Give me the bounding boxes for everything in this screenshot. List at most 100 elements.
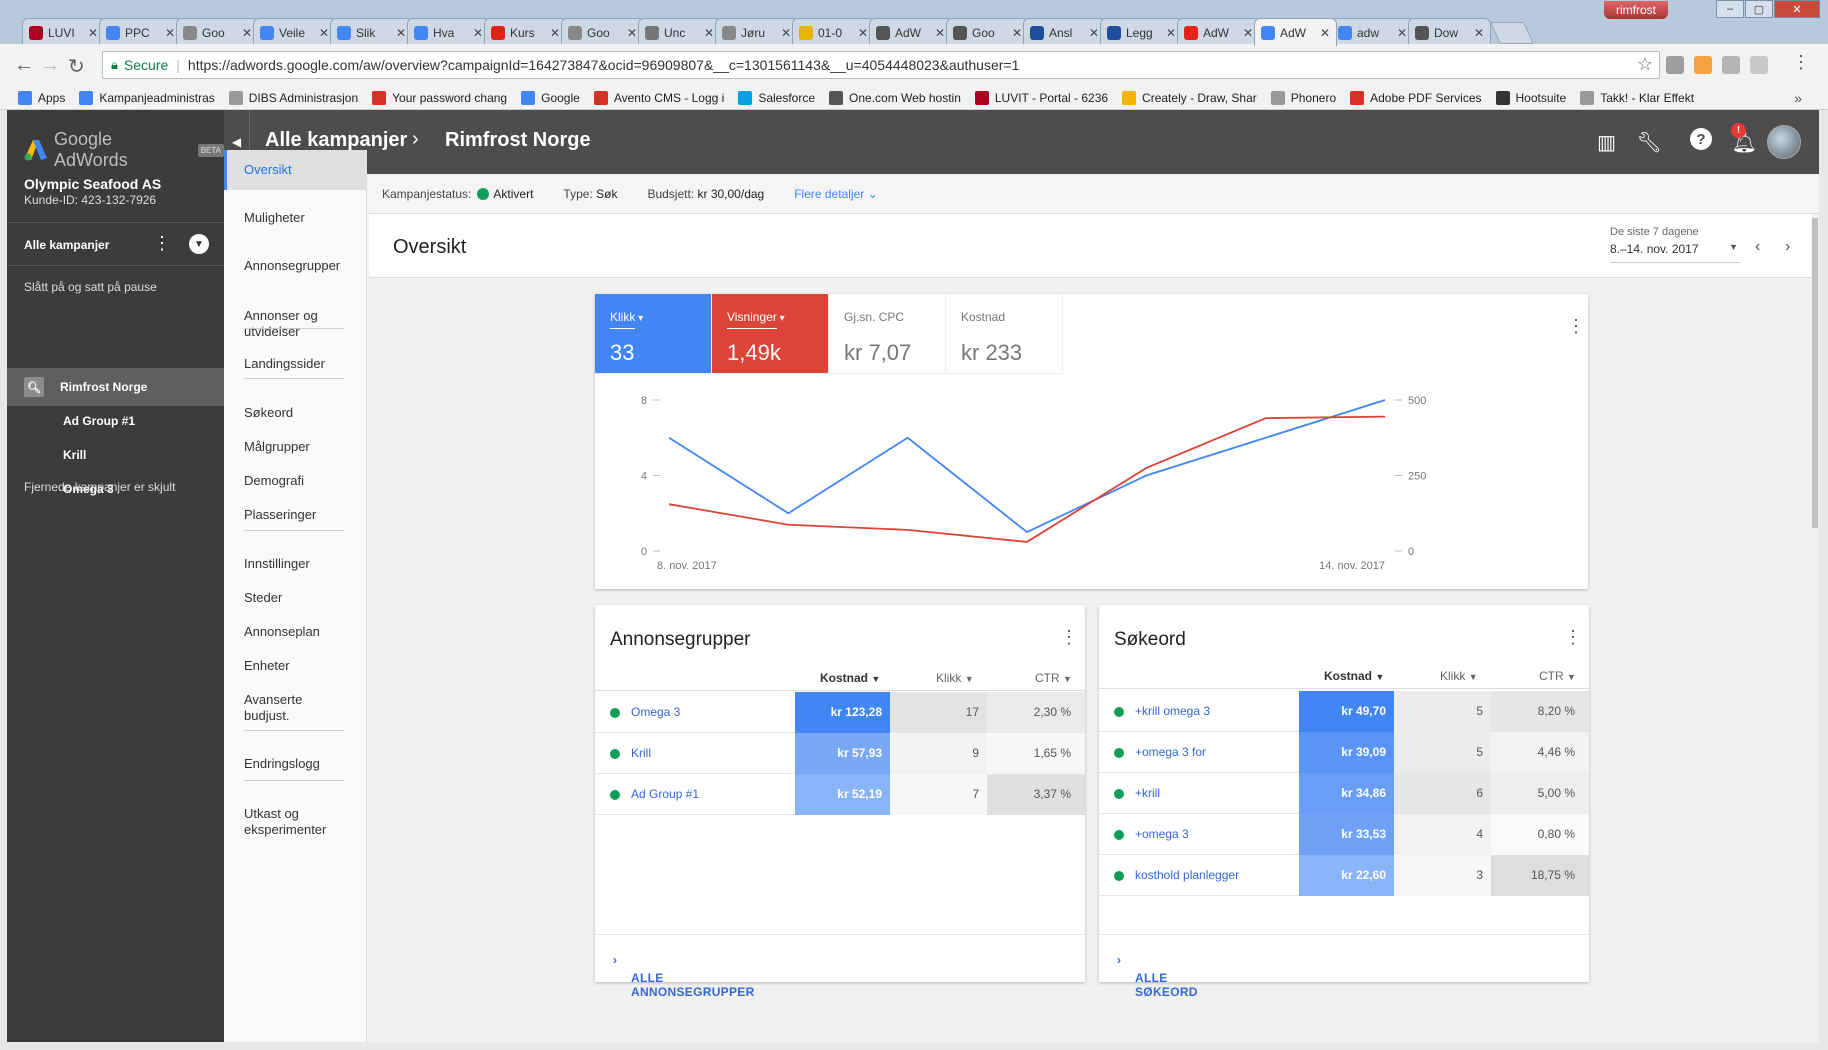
row-name-link[interactable]: +omega 3	[1135, 827, 1189, 841]
close-tab-icon[interactable]: ✕	[396, 26, 406, 40]
row-name-link[interactable]: +omega 3 for	[1135, 745, 1206, 759]
subnav-item[interactable]: Utkast og eksperimenter	[224, 806, 344, 838]
bookmark-item[interactable]: Creately - Draw, Shar	[1122, 90, 1257, 105]
more-options-icon[interactable]: ⋮	[1060, 627, 1078, 648]
all-adgroups-link[interactable]: ALLE ANNONSEGRUPPER ›	[613, 953, 754, 999]
bookmark-item[interactable]: Adobe PDF Services	[1350, 90, 1482, 105]
help-icon[interactable]: ?	[1690, 128, 1712, 150]
subnav-item[interactable]: Demografi	[224, 473, 367, 489]
extension-icon[interactable]	[1666, 56, 1684, 74]
row-name-link[interactable]: Krill	[631, 746, 651, 760]
series-line-klikk[interactable]	[668, 399, 1386, 534]
subnav-item[interactable]: Muligheter	[224, 210, 367, 226]
browser-tab[interactable]: Slik ✕	[330, 18, 413, 46]
next-period-icon[interactable]: ›	[1785, 238, 1790, 256]
metric-tile[interactable]: Kostnad kr 233	[946, 294, 1063, 374]
campaign-item[interactable]: 🔍︎ Rimfrost Norge	[7, 368, 224, 406]
date-range-picker[interactable]: 8.–14. nov. 2017 ▼	[1610, 242, 1740, 263]
tools-wrench-icon[interactable]: 🔧︎	[1637, 130, 1662, 155]
subnav-item[interactable]: Avanserte budjust.	[224, 692, 344, 724]
column-header-cost[interactable]: Kostnad ▼	[820, 671, 880, 685]
extension-icon[interactable]	[1694, 56, 1712, 74]
subnav-item[interactable]: Innstillinger	[224, 556, 367, 572]
browser-tab[interactable]: Dow ✕	[1408, 18, 1491, 46]
subnav-item[interactable]: Enheter	[224, 658, 367, 674]
table-row[interactable]: +omega 3 kr 33,53 4 0,80 %	[1099, 814, 1589, 855]
browser-tab[interactable]: LUVI ✕	[22, 18, 105, 46]
subnav-item[interactable]: Annonsegrupper	[224, 258, 367, 274]
table-row[interactable]: kosthold planlegger kr 22,60 3 18,75 %	[1099, 855, 1589, 896]
scrollbar[interactable]	[1811, 214, 1819, 1042]
avatar[interactable]	[1767, 125, 1801, 159]
browser-tab[interactable]: Unc ✕	[638, 18, 721, 46]
series-line-visninger[interactable]	[668, 415, 1386, 543]
breadcrumb-all-campaigns[interactable]: Alle kampanjer	[265, 129, 407, 152]
campaign-item[interactable]: Ad Group #1	[7, 402, 224, 440]
more-options-icon[interactable]: ⋮	[153, 233, 171, 254]
close-tab-icon[interactable]: ✕	[1474, 26, 1484, 40]
table-row[interactable]: Ad Group #1 kr 52,19 7 3,37 %	[595, 774, 1085, 815]
close-tab-icon[interactable]: ✕	[781, 26, 791, 40]
close-window-button[interactable]: ✕	[1774, 0, 1820, 18]
browser-tab[interactable]: Veile ✕	[253, 18, 336, 46]
adwords-logo[interactable]: Google AdWords BETA	[24, 129, 224, 171]
row-name-link[interactable]: Omega 3	[631, 705, 680, 719]
close-tab-icon[interactable]: ✕	[550, 26, 560, 40]
row-name-link[interactable]: +krill omega 3	[1135, 704, 1210, 718]
column-header-cost[interactable]: Kostnad ▼	[1324, 669, 1384, 683]
table-row[interactable]: +omega 3 for kr 39,09 5 4,46 %	[1099, 732, 1589, 773]
address-bar[interactable]: 🔒︎ Secure | https://adwords.google.com/a…	[102, 51, 1660, 79]
browser-tab[interactable]: AdW ✕	[1177, 18, 1260, 46]
scrollbar-thumb[interactable]	[1812, 218, 1818, 528]
metric-tile[interactable]: Klikk ▾ 33	[595, 294, 712, 374]
bookmark-item[interactable]: Hootsuite	[1495, 90, 1566, 105]
close-tab-icon[interactable]: ✕	[935, 26, 945, 40]
browser-tab[interactable]: adw ✕	[1331, 18, 1414, 46]
chevron-down-icon[interactable]: ▼	[189, 234, 209, 254]
subnav-item[interactable]: Annonseplan	[224, 624, 367, 640]
subnav-item[interactable]: Annonser og utvidelser	[224, 308, 344, 340]
bookmarks-more-icon[interactable]: »	[1794, 90, 1802, 106]
bookmark-item[interactable]: Salesforce	[738, 90, 815, 105]
extension-icon[interactable]	[1722, 56, 1740, 74]
close-tab-icon[interactable]: ✕	[627, 26, 637, 40]
browser-tab[interactable]: AdW ✕	[1254, 18, 1337, 46]
table-row[interactable]: +krill kr 34,86 6 5,00 %	[1099, 773, 1589, 814]
column-header-clicks[interactable]: Klikk ▼	[1440, 669, 1478, 683]
close-tab-icon[interactable]: ✕	[1012, 26, 1022, 40]
bookmark-item[interactable]: Your password chang	[372, 90, 507, 105]
subnav-item[interactable]: Landingssider	[224, 356, 367, 372]
close-tab-icon[interactable]: ✕	[88, 26, 98, 40]
metric-tile[interactable]: Visninger ▾ 1,49k	[712, 294, 829, 374]
browser-tab[interactable]: Legg ✕	[1100, 18, 1183, 46]
browser-tab[interactable]: Goo ✕	[176, 18, 259, 46]
forward-icon[interactable]: →	[40, 54, 60, 77]
browser-menu-icon[interactable]: ⋮	[1792, 52, 1810, 73]
bookmark-item[interactable]: DIBS Administrasjon	[228, 90, 358, 105]
more-details-link[interactable]: Flere detaljer ⌄	[794, 187, 877, 201]
reload-icon[interactable]: ↻	[68, 54, 85, 79]
campaign-item[interactable]: Krill	[7, 436, 224, 474]
profile-badge[interactable]: rimfrost	[1604, 1, 1668, 19]
close-tab-icon[interactable]: ✕	[165, 26, 175, 40]
bookmark-item[interactable]: Apps	[18, 90, 65, 105]
column-header-ctr[interactable]: CTR ▼	[1539, 669, 1576, 683]
bookmark-item[interactable]: One.com Web hostin	[829, 90, 961, 105]
reports-icon[interactable]: ▥	[1597, 130, 1616, 155]
url-text[interactable]: https://adwords.google.com/aw/overview?c…	[188, 57, 1019, 73]
table-row[interactable]: Krill kr 57,93 9 1,65 %	[595, 733, 1085, 774]
browser-tab[interactable]: Goo ✕	[561, 18, 644, 46]
extension-icon[interactable]	[1750, 56, 1768, 74]
bookmark-star-icon[interactable]: ☆	[1637, 54, 1653, 75]
metric-tile[interactable]: Gj.sn. CPC kr 7,07	[829, 294, 946, 374]
all-campaigns-item[interactable]: Alle kampanjer ⋮ ▼	[7, 222, 224, 266]
browser-tab[interactable]: Jøru ✕	[715, 18, 798, 46]
bookmark-item[interactable]: Avento CMS - Logg i	[593, 90, 724, 105]
previous-period-icon[interactable]: ‹	[1755, 238, 1760, 256]
subnav-item[interactable]: Søkeord	[224, 405, 367, 421]
browser-tab[interactable]: 01-0 ✕	[792, 18, 875, 46]
close-tab-icon[interactable]: ✕	[1166, 26, 1176, 40]
close-tab-icon[interactable]: ✕	[858, 26, 868, 40]
browser-tab[interactable]: Kurs ✕	[484, 18, 567, 46]
subnav-item[interactable]: Målgrupper	[224, 439, 367, 455]
